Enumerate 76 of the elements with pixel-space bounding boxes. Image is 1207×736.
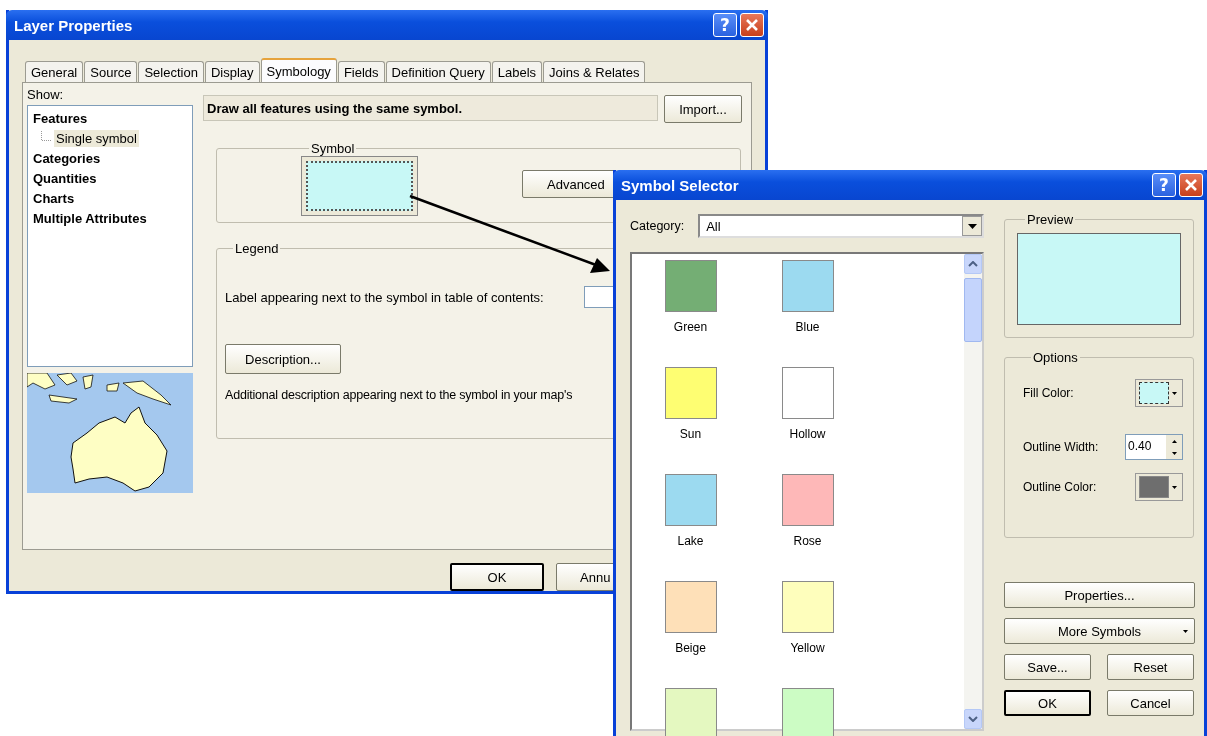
window-title: Layer Properties <box>14 16 133 34</box>
caret-icon <box>1172 485 1177 489</box>
tab[interactable]: Labels <box>491 61 543 82</box>
symbol-label: Sun <box>679 427 702 441</box>
symbol-swatch[interactable] <box>664 367 717 419</box>
tree-item[interactable]: Multiple Attributes <box>31 210 149 227</box>
symbol-swatch[interactable] <box>664 581 717 633</box>
symbol-label: Yellow <box>790 641 825 655</box>
symbol-swatch[interactable] <box>664 688 717 736</box>
symbol-label: Beige <box>675 641 706 655</box>
symbol-label: Lake <box>677 534 704 548</box>
close-icon <box>745 18 759 32</box>
width-spinner[interactable]: 0.40 <box>1125 434 1183 460</box>
ok-button[interactable]: OK <box>1004 690 1091 716</box>
properties-button[interactable]: Properties... <box>1004 582 1195 608</box>
symbol-swatch[interactable] <box>781 688 834 736</box>
symbol-swatch[interactable] <box>664 474 717 526</box>
down-arrow-icon[interactable] <box>1171 451 1177 455</box>
help-button[interactable]: ? <box>1152 173 1176 197</box>
show-label: Show: <box>27 87 65 104</box>
scroll-thumb[interactable] <box>964 278 982 342</box>
category-dropdown[interactable]: All <box>698 214 984 238</box>
group-title: Preview <box>1026 212 1075 227</box>
symbol-label: Green <box>673 320 708 334</box>
caret-icon <box>1172 391 1177 395</box>
tree-connector-icon <box>41 130 51 141</box>
scrollbar[interactable] <box>964 254 982 729</box>
tree-item[interactable]: Single symbol <box>54 130 139 147</box>
close-button[interactable] <box>1179 173 1203 197</box>
symbol-label: Rose <box>793 534 822 548</box>
ok-button[interactable]: OK <box>450 563 544 591</box>
description-button[interactable]: Description... <box>225 344 341 374</box>
tab[interactable]: Fields <box>337 61 385 82</box>
close-icon <box>1184 178 1198 192</box>
more-symbols-button[interactable]: More Symbols <box>1004 618 1195 644</box>
scroll-up-icon <box>968 261 978 267</box>
option-label: Outline Width: <box>1023 440 1099 454</box>
cancel-button[interactable]: Cancel <box>1107 690 1194 716</box>
symbol-label: Hollow <box>789 427 826 441</box>
save-button[interactable]: Save... <box>1004 654 1091 680</box>
tab[interactable]: Display <box>204 61 260 82</box>
tab[interactable]: Definition Query <box>385 61 491 82</box>
symbol-label: Blue <box>795 320 820 334</box>
tab[interactable]: Joins & Relates <box>543 61 646 82</box>
tab[interactable]: Source <box>84 61 138 82</box>
description-text: Additional description appearing next to the symbol in your map's <box>225 388 573 402</box>
symbol-swatch[interactable] <box>781 474 834 526</box>
category-label: Category: <box>630 219 685 233</box>
tab[interactable]: Selection <box>138 61 204 82</box>
tree-item[interactable]: Features <box>31 110 90 127</box>
tab[interactable]: Symbology <box>260 58 337 82</box>
field-label: Label appearing next to the symbol in table of contents: <box>225 289 544 305</box>
tree-item[interactable]: Quantities <box>31 170 99 187</box>
symbol-swatch[interactable] <box>781 260 834 312</box>
symbol-swatch[interactable] <box>781 367 834 419</box>
group-title: Symbol <box>310 141 356 156</box>
option-label: Fill Color: <box>1023 386 1074 400</box>
group-title: Legend <box>234 241 280 256</box>
close-button[interactable] <box>740 13 764 37</box>
color-picker[interactable] <box>1135 379 1183 407</box>
group-title: Options <box>1032 350 1079 365</box>
reset-button[interactable]: Reset <box>1107 654 1194 680</box>
symbol-swatch[interactable] <box>664 260 717 312</box>
symbol-swatch[interactable] <box>781 581 834 633</box>
description-header: Draw all features using the same symbol. <box>203 95 658 121</box>
tab[interactable]: General <box>25 61 84 82</box>
tree-item[interactable]: Categories <box>31 150 103 167</box>
scroll-down-icon <box>968 716 978 722</box>
caret-icon <box>1183 630 1188 633</box>
import-button[interactable]: Import... <box>664 95 742 123</box>
dropdown-arrow-icon <box>967 223 977 229</box>
color-picker[interactable] <box>1135 473 1183 501</box>
tree-item[interactable]: Charts <box>31 190 77 207</box>
option-label: Outline Color: <box>1023 480 1097 494</box>
help-button[interactable]: ? <box>713 13 737 37</box>
up-arrow-icon[interactable] <box>1171 439 1177 443</box>
